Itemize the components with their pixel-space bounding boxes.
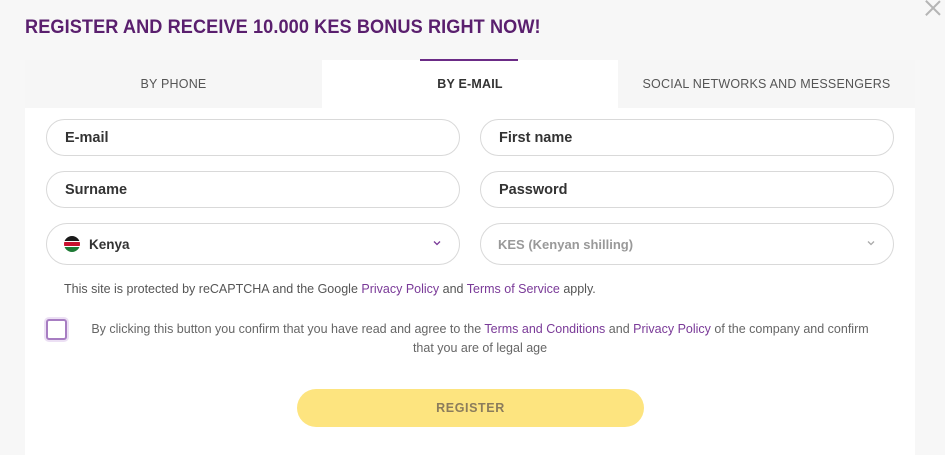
tab-social-networks[interactable]: SOCIAL NETWORKS AND MESSENGERS bbox=[618, 60, 915, 108]
page-title: REGISTER AND RECEIVE 10.000 KES BONUS RI… bbox=[25, 16, 541, 38]
close-icon[interactable] bbox=[925, 0, 941, 16]
country-value: Kenya bbox=[89, 236, 130, 252]
currency-value: KES (Kenyan shilling) bbox=[498, 236, 634, 252]
consent-privacy-policy-link[interactable]: Privacy Policy bbox=[633, 322, 711, 336]
password-field[interactable]: Password bbox=[480, 171, 894, 208]
consent-checkbox[interactable] bbox=[46, 319, 67, 340]
tab-by-phone[interactable]: BY PHONE bbox=[25, 60, 322, 108]
surname-field[interactable]: Surname bbox=[46, 171, 460, 208]
country-select[interactable]: Kenya bbox=[46, 223, 460, 265]
privacy-policy-link[interactable]: Privacy Policy bbox=[361, 282, 439, 296]
chevron-down-icon bbox=[867, 241, 875, 246]
consent-text: By clicking this button you confirm that… bbox=[91, 322, 869, 355]
register-button[interactable]: REGISTER bbox=[297, 389, 644, 427]
registration-tabs: BY PHONE BY E-MAIL SOCIAL NETWORKS AND M… bbox=[25, 59, 915, 108]
kenya-flag-icon bbox=[64, 236, 80, 252]
recaptcha-notice: This site is protected by reCAPTCHA and … bbox=[64, 282, 596, 296]
tab-by-email[interactable]: BY E-MAIL bbox=[322, 59, 618, 108]
terms-and-conditions-link[interactable]: Terms and Conditions bbox=[484, 322, 605, 336]
currency-select[interactable]: KES (Kenyan shilling) bbox=[480, 223, 894, 265]
first-name-field[interactable]: First name bbox=[480, 119, 894, 156]
terms-of-service-link[interactable]: Terms of Service bbox=[467, 282, 560, 296]
email-field[interactable]: E-mail bbox=[46, 119, 460, 156]
chevron-down-icon bbox=[433, 241, 441, 246]
